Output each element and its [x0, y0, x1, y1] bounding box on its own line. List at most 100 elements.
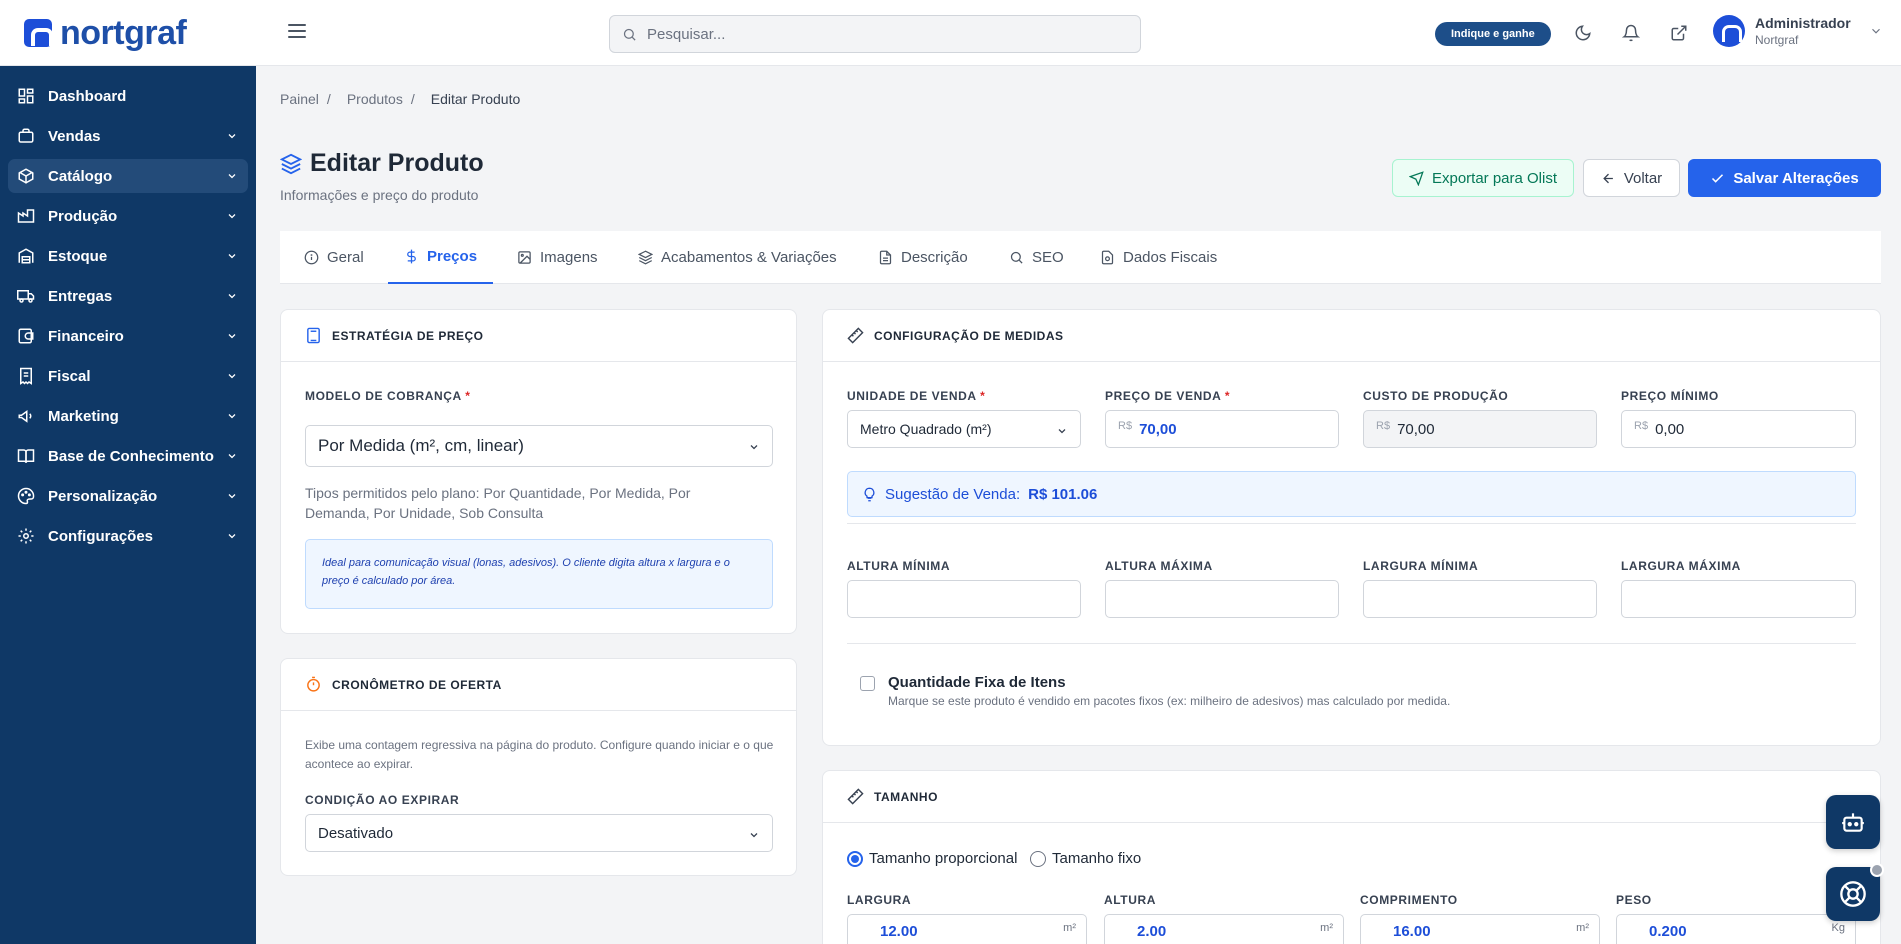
unit-select[interactable]: Metro Quadrado (m²) [847, 410, 1081, 448]
sidebar-item-label: Configurações [48, 527, 154, 545]
height-label: ALTURA [1104, 893, 1157, 907]
lightbulb-icon [864, 487, 875, 501]
weight-input[interactable]: 0.200 Kg [1616, 914, 1856, 944]
price-label: PREÇO DE VENDA * [1105, 389, 1231, 403]
sidebar-item-label: Dashboard [48, 87, 127, 105]
sidebar-item-fiscal[interactable]: Fiscal [8, 359, 248, 393]
tab-label: Acabamentos & Variações [661, 249, 837, 266]
bell-icon[interactable] [1620, 22, 1642, 44]
calculator-icon [307, 327, 320, 344]
cost-value: 70,00 [1397, 420, 1435, 438]
length-label: COMPRIMENTO [1360, 893, 1458, 907]
sidebar-item-configuracoes[interactable]: Configurações [8, 519, 248, 553]
save-button[interactable]: Salvar Alterações [1688, 159, 1881, 197]
tab-dados-fiscais[interactable]: Dados Fiscais [1098, 231, 1219, 284]
cost-input: R$ 70,00 [1363, 410, 1597, 448]
menu-toggle-icon[interactable] [288, 24, 306, 40]
billing-model-select[interactable]: Por Medida (m², cm, linear) [305, 425, 773, 467]
page-title-row: Editar Produto [280, 149, 484, 178]
sidebar-item-label: Entregas [48, 287, 113, 305]
chevron-down-icon [1058, 429, 1066, 434]
sidebar-item-producao[interactable]: Produção [8, 199, 248, 233]
max-height-input[interactable] [1105, 580, 1339, 618]
min-height-input[interactable] [847, 580, 1081, 618]
sidebar-item-financeiro[interactable]: Financeiro [8, 319, 248, 353]
height-input[interactable]: 2.00 m² [1104, 914, 1344, 944]
user-name: Administrador [1755, 15, 1851, 31]
chevron-down-icon [228, 454, 236, 459]
tab-label: Descrição [901, 249, 968, 266]
length-input[interactable]: 16.00 m² [1360, 914, 1600, 944]
fixed-qty-checkbox[interactable] [860, 676, 875, 691]
chevron-down-icon [228, 374, 236, 379]
size-card: TAMANHO Tamanho proporcional Tamanho fix… [822, 770, 1881, 944]
width-input[interactable]: 12.00 m² [847, 914, 1087, 944]
logo-mark-icon [24, 19, 53, 47]
search-box[interactable] [609, 15, 1141, 53]
moon-icon[interactable] [1572, 22, 1594, 44]
min-price-value: 0,00 [1655, 420, 1685, 438]
shop-icon [18, 128, 34, 143]
radio-label: Tamanho proporcional [869, 850, 1018, 867]
sidebar-item-vendas[interactable]: Vendas [8, 119, 248, 153]
warehouse-icon [18, 248, 34, 264]
breadcrumb-current: Editar Produto [430, 91, 521, 107]
sidebar-item-dashboard[interactable]: Dashboard [8, 79, 248, 113]
tab-label: Imagens [540, 249, 598, 266]
card-header: CONFIGURAÇÃO DE MEDIDAS [823, 310, 1880, 362]
sidebar-item-estoque[interactable]: Estoque [8, 239, 248, 273]
external-link-icon[interactable] [1668, 22, 1690, 44]
tab-acabamentos[interactable]: Acabamentos & Variações [636, 231, 839, 284]
tab-geral[interactable]: Geral [302, 231, 366, 284]
sidebar-item-base-de-conhecimento[interactable]: Base de Conhecimento [8, 439, 248, 473]
unit-suffix: m² [1063, 922, 1076, 934]
avatar [1713, 15, 1745, 47]
expire-condition-select[interactable]: Desativado [305, 814, 773, 852]
min-width-input[interactable] [1363, 580, 1597, 618]
card-title: CONFIGURAÇÃO DE MEDIDAS [874, 328, 1064, 343]
chevron-down-icon [228, 494, 236, 499]
tab-precos[interactable]: Preços [388, 231, 494, 284]
layers-icon [638, 250, 653, 265]
unit-suffix: m² [1576, 922, 1589, 934]
tab-imagens[interactable]: Imagens [515, 231, 600, 284]
info-icon [304, 250, 319, 265]
size-fixed-radio[interactable]: Tamanho fixo [1030, 850, 1141, 867]
image-icon [518, 251, 531, 264]
page-title: Editar Produto [310, 149, 484, 177]
user-menu[interactable]: Administrador Nortgraf [1713, 15, 1883, 47]
sidebar-item-entregas[interactable]: Entregas [8, 279, 248, 313]
back-button[interactable]: Voltar [1583, 159, 1680, 197]
tab-label: SEO [1032, 249, 1064, 266]
search-input[interactable] [647, 25, 1127, 43]
search-icon [623, 28, 636, 41]
chatbot-button[interactable] [1826, 795, 1880, 849]
support-button[interactable] [1826, 863, 1884, 921]
logo[interactable]: nortgraf [24, 16, 187, 50]
price-input[interactable]: R$ 70,00 [1105, 410, 1339, 448]
tab-seo[interactable]: SEO [1007, 231, 1066, 284]
export-olist-button[interactable]: Exportar para Olist [1392, 159, 1574, 197]
tab-descricao[interactable]: Descrição [876, 231, 970, 284]
currency-prefix: R$ [1634, 420, 1649, 432]
min-price-input[interactable]: R$ 0,00 [1621, 410, 1856, 448]
suggestion-label: Sugestão de Venda: [885, 485, 1021, 503]
sidebar-item-label: Estoque [48, 247, 108, 265]
billing-model-value: Por Medida (m², cm, linear) [318, 436, 524, 455]
sidebar: Dashboard Vendas Catálogo Produção Estoq… [0, 66, 256, 944]
wallet-icon [18, 328, 34, 344]
sidebar-item-catalogo[interactable]: Catálogo [8, 159, 248, 193]
max-width-input[interactable] [1621, 580, 1856, 618]
size-proportional-radio[interactable]: Tamanho proporcional [847, 850, 1017, 867]
gear-icon [18, 528, 34, 544]
breadcrumb-home[interactable]: Painel [280, 91, 319, 107]
sidebar-item-marketing[interactable]: Marketing [8, 399, 248, 433]
breadcrumb-section[interactable]: Produtos [347, 91, 403, 107]
chevron-down-icon [228, 294, 236, 299]
tab-label: Dados Fiscais [1123, 249, 1218, 266]
receipt-icon [20, 367, 32, 385]
measures-card: CONFIGURAÇÃO DE MEDIDAS UNIDADE DE VENDA… [822, 309, 1881, 746]
sidebar-item-personalizacao[interactable]: Personalização [8, 479, 248, 513]
referral-badge[interactable]: Indique e ganhe [1435, 22, 1551, 46]
unit-suffix: m² [1320, 922, 1333, 934]
